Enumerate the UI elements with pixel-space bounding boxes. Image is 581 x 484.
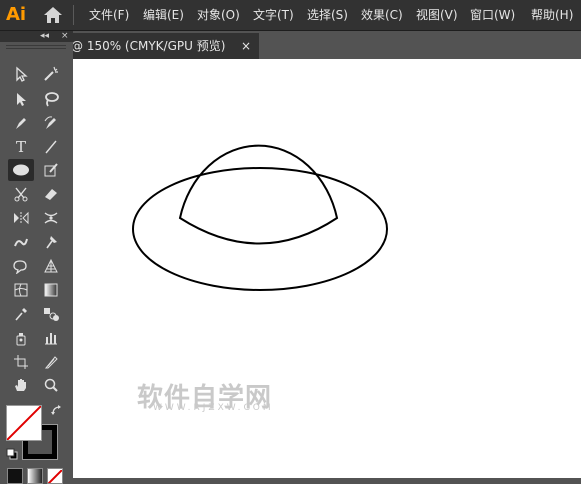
menu-type[interactable]: 文字(T) bbox=[253, 0, 294, 30]
menu-select[interactable]: 选择(S) bbox=[307, 0, 348, 30]
gradient-tool-icon[interactable] bbox=[38, 279, 64, 301]
default-fill-stroke-icon[interactable] bbox=[6, 445, 18, 460]
menu-window[interactable]: 窗口(W) bbox=[470, 0, 515, 30]
menu-separator bbox=[73, 5, 74, 25]
width-tool-icon[interactable] bbox=[38, 207, 64, 229]
perspective-grid-icon[interactable] bbox=[38, 255, 64, 277]
swap-fill-stroke-icon[interactable] bbox=[50, 403, 64, 417]
gradient-mode-button[interactable] bbox=[27, 468, 43, 484]
close-icon[interactable]: × bbox=[241, 33, 251, 59]
paintbrush-icon[interactable] bbox=[38, 159, 64, 181]
fill-swatch[interactable] bbox=[6, 405, 42, 441]
menu-bar: Ai 文件(F) 编辑(E) 对象(O) 文字(T) 选择(S) 效果(C) 视… bbox=[0, 0, 581, 31]
direct-selection-icon[interactable] bbox=[8, 88, 34, 110]
none-mode-button[interactable] bbox=[47, 468, 63, 484]
document-tab[interactable]: @ 150% (CMYK/GPU 预览) × bbox=[73, 33, 259, 59]
symbol-sprayer-icon[interactable] bbox=[8, 327, 34, 349]
curvature-tool-icon[interactable] bbox=[38, 112, 64, 134]
puppet-warp-icon[interactable] bbox=[38, 231, 64, 253]
free-transform-icon[interactable] bbox=[8, 255, 34, 277]
pen-tool-icon[interactable] bbox=[8, 112, 34, 134]
scissors-icon[interactable] bbox=[8, 183, 34, 205]
app-logo: Ai bbox=[6, 4, 27, 25]
menu-object[interactable]: 对象(O) bbox=[197, 0, 240, 30]
artboard-canvas[interactable]: 软件自学网 WWW.RJZXW.COM bbox=[73, 59, 581, 478]
menu-effect[interactable]: 效果(C) bbox=[361, 0, 403, 30]
eraser-icon[interactable] bbox=[38, 183, 64, 205]
tools-panel-header: ◂◂ × bbox=[0, 31, 73, 42]
hand-tool-icon[interactable] bbox=[8, 374, 34, 396]
artboard-tool-icon[interactable] bbox=[8, 351, 34, 373]
warp-tool-icon[interactable] bbox=[8, 231, 34, 253]
menu-edit[interactable]: 编辑(E) bbox=[143, 0, 184, 30]
menu-file[interactable]: 文件(F) bbox=[89, 0, 129, 30]
collapse-panel-icon[interactable]: ◂◂ bbox=[40, 31, 49, 42]
line-segment-icon[interactable] bbox=[38, 136, 64, 158]
tools-panel: ◂◂ × T bbox=[0, 31, 73, 484]
slice-tool-icon[interactable] bbox=[38, 351, 64, 373]
home-icon[interactable] bbox=[43, 6, 63, 24]
menu-view[interactable]: 视图(V) bbox=[416, 0, 458, 30]
magic-wand-icon[interactable] bbox=[38, 63, 64, 85]
lasso-icon[interactable] bbox=[38, 88, 64, 110]
watermark-url: WWW.RJZXW.COM bbox=[153, 403, 274, 413]
zoom-tool-icon[interactable] bbox=[38, 374, 64, 396]
type-tool-icon[interactable]: T bbox=[8, 136, 34, 158]
hat-brim-ellipse[interactable] bbox=[132, 167, 388, 291]
menu-help[interactable]: 帮助(H) bbox=[531, 0, 573, 30]
ellipse-tool-icon[interactable] bbox=[8, 159, 34, 181]
column-graph-icon[interactable] bbox=[38, 327, 64, 349]
eyedropper-icon[interactable] bbox=[8, 303, 34, 325]
selection-tool-icon[interactable] bbox=[8, 63, 34, 85]
close-panel-icon[interactable]: × bbox=[61, 31, 69, 42]
panel-grip[interactable] bbox=[6, 45, 66, 49]
document-tab-title: @ 150% (CMYK/GPU 预览) bbox=[73, 39, 226, 53]
hat-crown-shape[interactable] bbox=[178, 144, 339, 245]
mesh-tool-icon[interactable] bbox=[8, 279, 34, 301]
document-tab-bar: @ 150% (CMYK/GPU 预览) × bbox=[73, 31, 581, 59]
watermark: 软件自学网 WWW.RJZXW.COM bbox=[137, 377, 272, 414]
reflect-tool-icon[interactable] bbox=[8, 207, 34, 229]
blend-tool-icon[interactable] bbox=[38, 303, 64, 325]
color-mode-button[interactable] bbox=[7, 468, 23, 484]
